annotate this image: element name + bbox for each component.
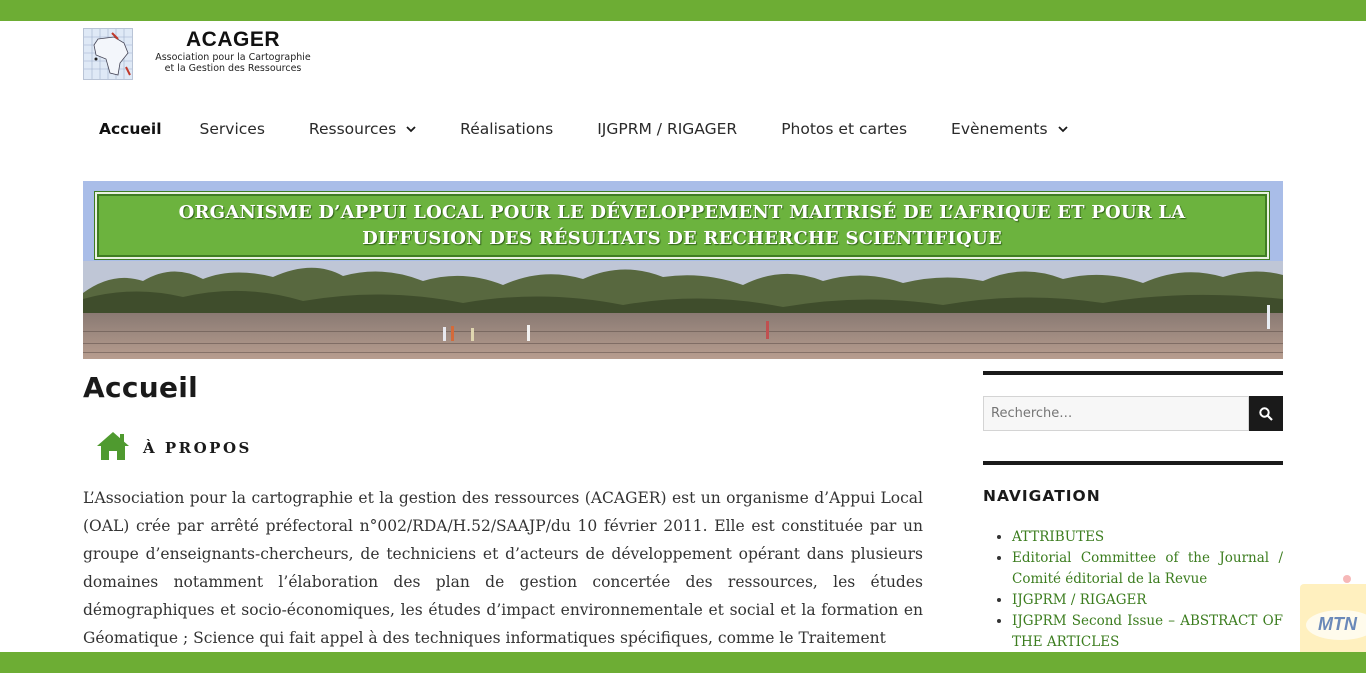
nav-label: Photos et cartes [781,120,908,138]
nav-label: Services [199,120,265,138]
logo-title: ACAGER [185,28,280,51]
logo-map-icon [83,28,133,80]
list-item: IJGPRM / RIGAGER [1012,590,1283,611]
nav-label: Ressources [308,120,397,138]
nav-label: Accueil [99,120,162,138]
nav-item-services[interactable]: Services [184,112,281,146]
chevron-down-icon [1057,126,1068,133]
banner-headline-box: ORGANISME D’APPUI LOCAL POUR LE DÉVELOPP… [95,192,1269,259]
top-accent-bar [0,0,1366,21]
sidebar-link[interactable]: Editorial Committee of the Journal / Com… [1012,550,1283,587]
ad-dot [1343,575,1351,583]
nav-item-accueil[interactable]: Accueil [83,112,178,146]
search-icon [1259,406,1273,421]
header-banner: ORGANISME D’APPUI LOCAL POUR LE DÉVELOPP… [83,181,1283,359]
search-button[interactable] [1248,396,1283,431]
sidebar-link[interactable]: IJGPRM / RIGAGER [1012,592,1147,608]
nav-label: Evènements [951,120,1048,138]
nav-label: IJGPRM / RIGAGER [597,120,738,138]
banner-line-2: DIFFUSION DES RÉSULTATS DE RECHERCHE SCI… [362,227,1002,249]
list-item: ATTRIBUTES [1012,527,1283,548]
page-title: Accueil [83,371,199,404]
search-input[interactable] [983,396,1249,431]
main-nav: Accueil Services Ressources Réalisations… [83,112,1084,146]
sidebar-link[interactable]: IJGPRM Second Issue – ABSTRACT OF THE AR… [1012,613,1283,650]
nav-item-ijgprm[interactable]: IJGPRM / RIGAGER [581,112,753,146]
nav-item-photos[interactable]: Photos et cartes [765,112,923,146]
sidebar-nav-list: ATTRIBUTES Editorial Committee of the Jo… [983,527,1283,653]
logo-subtitle-2: et la Gestion des Ressources [164,63,302,74]
search-form [983,396,1283,431]
intro-paragraph: L’Association pour la cartographie et la… [83,489,923,647]
sidebar-nav-heading: NAVIGATION [983,487,1101,505]
chevron-down-icon [406,126,416,133]
sidebar-divider [983,461,1283,465]
nav-item-ressources[interactable]: Ressources [293,112,432,146]
nav-item-evenements[interactable]: Evènements [935,112,1083,146]
sidebar-link[interactable]: ATTRIBUTES [1012,529,1104,545]
nav-label: Réalisations [460,120,554,138]
home-icon [97,432,129,460]
site-logo[interactable]: ACAGER Association pour la Cartographie … [83,28,323,80]
logo-subtitle-1: Association pour la Cartographie [155,52,311,63]
about-heading: À PROPOS [95,430,252,462]
ad-logo-text: MTN [1318,614,1357,634]
list-item: Editorial Committee of the Journal / Com… [1012,548,1283,590]
nav-item-realisations[interactable]: Réalisations [444,112,569,146]
banner-line-1: ORGANISME D’APPUI LOCAL POUR LE DÉVELOPP… [178,201,1186,223]
about-label: À PROPOS [143,439,252,457]
list-item: IJGPRM Second Issue – ABSTRACT OF THE AR… [1012,611,1283,653]
sidebar-divider [983,371,1283,375]
bottom-accent-bar [0,652,1366,673]
